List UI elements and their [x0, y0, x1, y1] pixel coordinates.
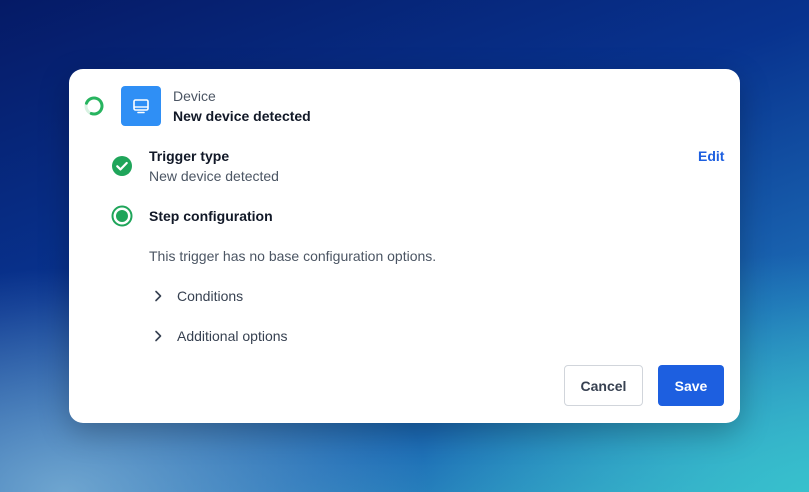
- step-configuration-title: Step configuration: [149, 208, 273, 224]
- chevron-right-icon: [155, 330, 162, 342]
- monitor-icon: [133, 99, 149, 114]
- header-kicker: Device: [173, 88, 216, 104]
- additional-options-toggle[interactable]: Additional options: [150, 325, 288, 347]
- conditions-toggle[interactable]: Conditions: [150, 285, 243, 307]
- conditions-label: Conditions: [177, 288, 244, 304]
- device-tile: [121, 86, 161, 126]
- save-button[interactable]: Save: [658, 365, 724, 406]
- header-title: New device detected: [173, 108, 311, 124]
- chevron-right-icon: [155, 290, 162, 302]
- loading-spinner-icon: [84, 96, 104, 116]
- step-trigger-type-title: Trigger type: [149, 148, 230, 164]
- additional-options-label: Additional options: [177, 328, 288, 344]
- step-trigger-type-value: New device detected: [149, 168, 279, 184]
- cancel-button[interactable]: Cancel: [564, 365, 643, 406]
- check-circle-icon: [112, 156, 132, 176]
- edit-trigger-link[interactable]: Edit: [698, 148, 724, 164]
- step-configuration-description: This trigger has no base configuration o…: [149, 248, 437, 264]
- active-step-icon: [111, 205, 133, 227]
